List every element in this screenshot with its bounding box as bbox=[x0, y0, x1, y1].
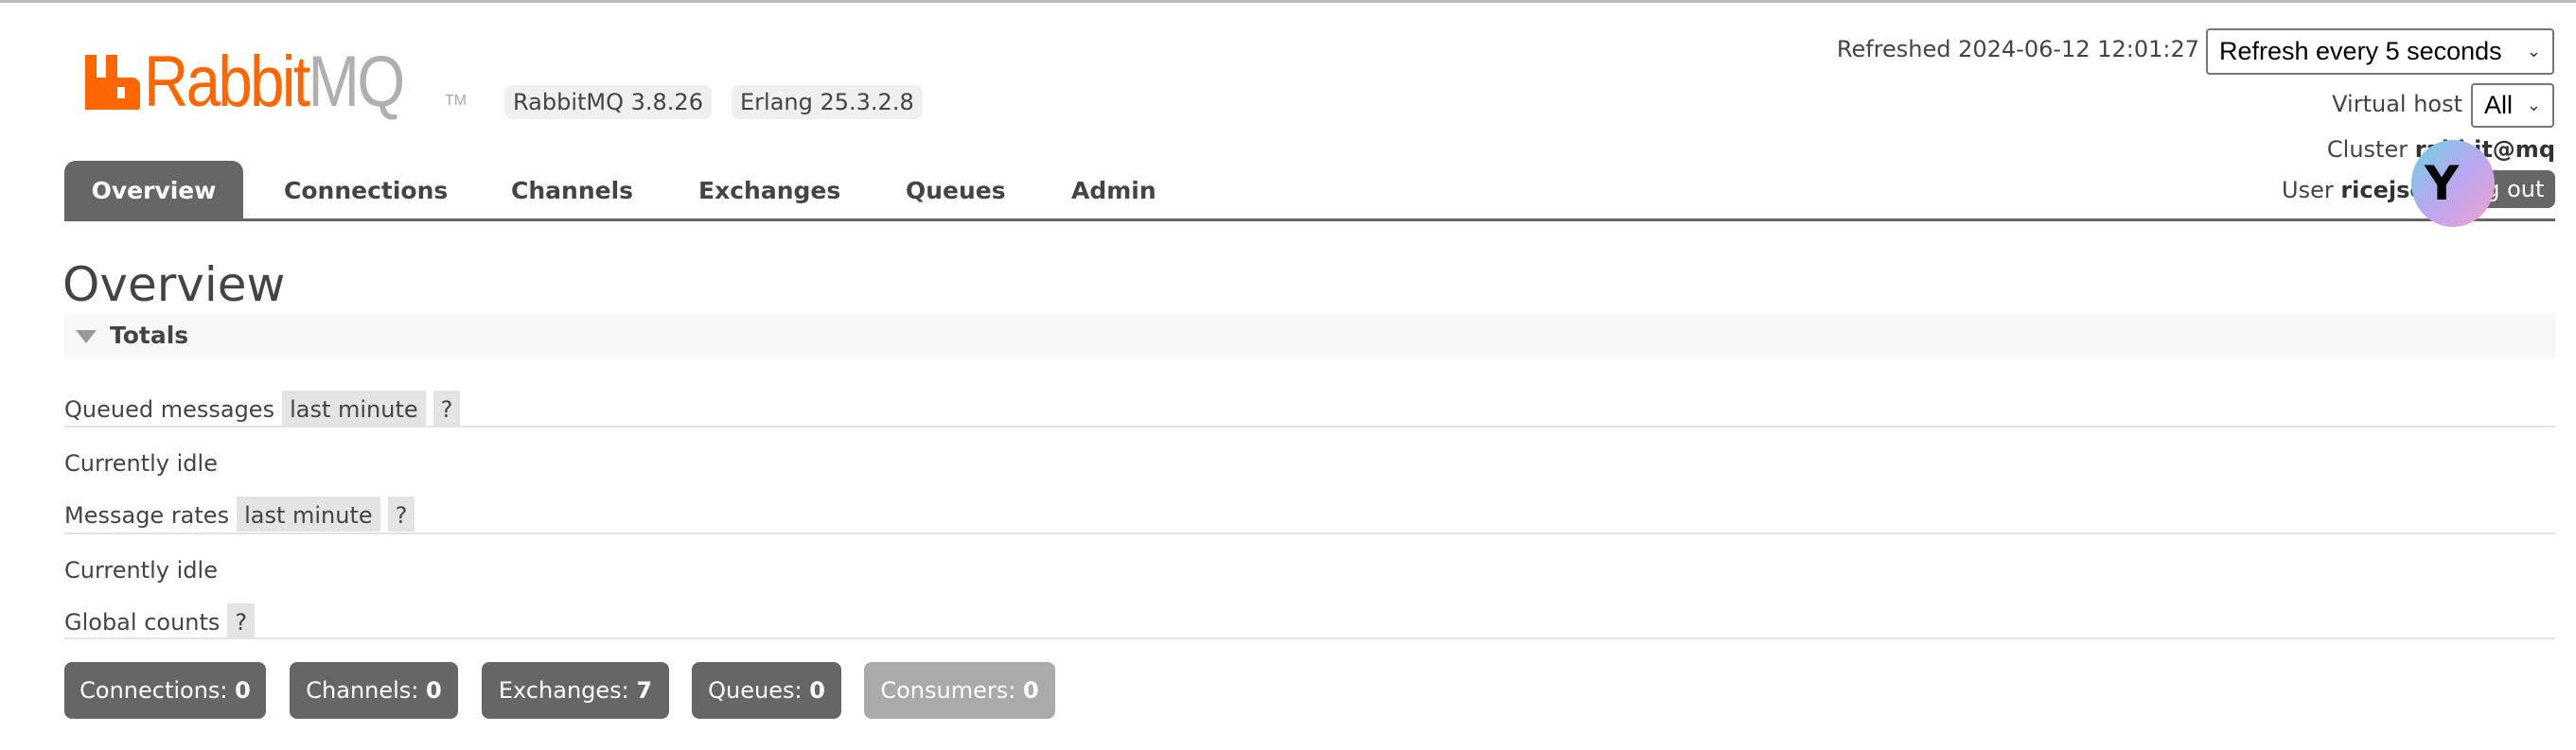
collapse-triangle-icon[interactable] bbox=[76, 330, 97, 343]
rates-status: Currently idle bbox=[64, 557, 218, 584]
count-label: Channels: bbox=[306, 677, 419, 704]
queued-messages-header: Queued messages last minute ? bbox=[64, 391, 468, 426]
totals-section-header[interactable] bbox=[64, 314, 2555, 359]
connections-count-button[interactable]: Connections: 0 bbox=[64, 662, 266, 719]
divider bbox=[64, 532, 2555, 534]
global-counts-label: Global counts bbox=[64, 609, 221, 636]
count-label: Queues: bbox=[708, 677, 803, 704]
refreshed-timestamp: Refreshed 2024-06-12 12:01:27 bbox=[1836, 36, 2199, 62]
refresh-interval-select[interactable]: Refresh every 5 seconds ⌄ bbox=[2206, 28, 2554, 75]
tab-bar-rule bbox=[64, 218, 2555, 221]
divider bbox=[64, 637, 2555, 639]
count-value: 7 bbox=[636, 677, 653, 704]
help-icon[interactable]: ? bbox=[432, 391, 461, 426]
tab-queues[interactable]: Queues bbox=[906, 161, 1006, 218]
exchanges-count-button[interactable]: Exchanges: 7 bbox=[482, 662, 669, 719]
chevron-down-icon: ⌄ bbox=[2526, 42, 2541, 61]
count-value: 0 bbox=[426, 677, 442, 704]
tab-admin[interactable]: Admin bbox=[1071, 161, 1156, 218]
tab-connections[interactable]: Connections bbox=[284, 161, 448, 218]
refresh-interval-value: Refresh every 5 seconds bbox=[2219, 37, 2502, 65]
trademark: TM bbox=[445, 93, 468, 109]
queues-count-button[interactable]: Queues: 0 bbox=[692, 662, 841, 719]
count-value: 0 bbox=[809, 677, 825, 704]
message-rates-label: Message rates bbox=[64, 502, 230, 529]
erlang-version-badge: Erlang 25.3.2.8 bbox=[732, 85, 923, 119]
global-counts-header: Global counts ? bbox=[64, 603, 262, 638]
totals-label[interactable]: Totals bbox=[110, 322, 188, 349]
queued-messages-label: Queued messages bbox=[64, 396, 275, 423]
rabbitmq-logo: RabbitMQ bbox=[85, 46, 445, 118]
logo-text-mq: MQ bbox=[308, 42, 405, 122]
count-value: 0 bbox=[235, 677, 251, 704]
divider bbox=[64, 426, 2555, 427]
virtual-host-label: Virtual host bbox=[2332, 91, 2462, 117]
count-label: Consumers: bbox=[880, 677, 1016, 704]
cluster-label: Cluster bbox=[2326, 136, 2408, 163]
count-label: Exchanges: bbox=[498, 677, 629, 704]
logo-wordmark: RabbitMQ bbox=[144, 46, 405, 118]
rabbit-logo-icon bbox=[85, 55, 140, 110]
tab-channels[interactable]: Channels bbox=[511, 161, 633, 218]
channels-count-button[interactable]: Channels: 0 bbox=[290, 662, 458, 719]
top-border bbox=[0, 0, 2576, 3]
page-title: Overview bbox=[62, 257, 286, 312]
tab-overview[interactable]: Overview bbox=[64, 161, 243, 218]
count-label: Connections: bbox=[79, 677, 228, 704]
message-rates-header: Message rates last minute ? bbox=[64, 497, 422, 532]
count-value: 0 bbox=[1022, 677, 1039, 704]
help-icon[interactable]: ? bbox=[227, 603, 256, 638]
help-icon[interactable]: ? bbox=[387, 497, 415, 532]
tab-exchanges[interactable]: Exchanges bbox=[698, 161, 840, 218]
rabbitmq-version-badge: RabbitMQ 3.8.26 bbox=[504, 85, 712, 119]
overlay-y-icon: Υ bbox=[2425, 156, 2460, 211]
logo-text-rabbit: Rabbit bbox=[144, 42, 310, 122]
queued-range-selector[interactable]: last minute bbox=[282, 391, 426, 426]
virtual-host-value: All bbox=[2484, 91, 2514, 119]
queued-status: Currently idle bbox=[64, 450, 218, 477]
virtual-host-select[interactable]: All ⌄ bbox=[2471, 83, 2554, 128]
rates-range-selector[interactable]: last minute bbox=[237, 497, 380, 532]
consumers-count-button: Consumers: 0 bbox=[864, 662, 1055, 719]
chevron-down-icon: ⌄ bbox=[2526, 96, 2541, 114]
user-label: User bbox=[2282, 177, 2334, 203]
